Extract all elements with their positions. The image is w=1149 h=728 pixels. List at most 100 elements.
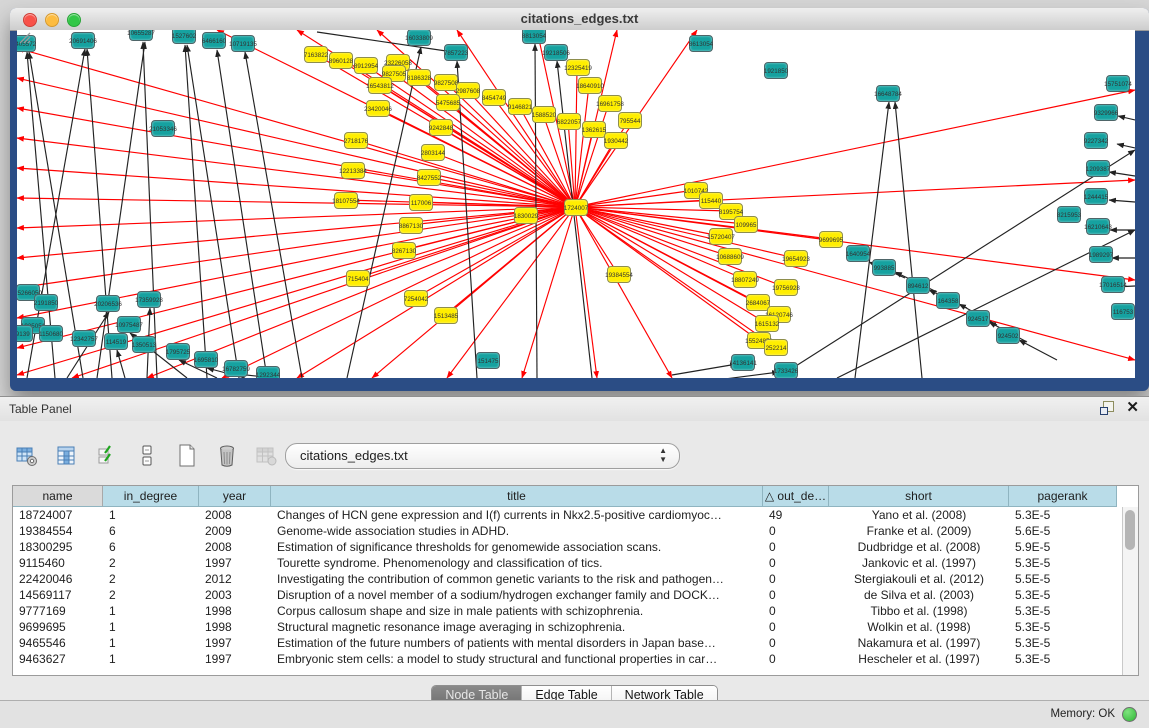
graph-node[interactable]: 10655287 xyxy=(129,30,153,41)
graph-node[interactable]: 1930442 xyxy=(604,132,628,149)
graph-node[interactable]: 924502 xyxy=(996,327,1020,344)
column-header-pagerank[interactable]: pagerank xyxy=(1009,486,1117,507)
table-cell[interactable]: Estimation of the future numbers of pati… xyxy=(271,635,763,651)
graph-node[interactable]: 1830029 xyxy=(514,207,538,224)
graph-node[interactable]: 1724007 xyxy=(564,199,588,216)
table-cell[interactable]: 5.3E-5 xyxy=(1009,619,1117,635)
table-cell[interactable]: 0 xyxy=(763,603,829,619)
table-cell[interactable]: 1 xyxy=(103,635,199,651)
graph-node[interactable]: 12325419 xyxy=(566,59,590,76)
table-cell[interactable]: 0 xyxy=(763,539,829,555)
graph-node[interactable]: 19654923 xyxy=(784,250,808,267)
table-cell[interactable]: 1997 xyxy=(199,635,271,651)
select-rows-icon[interactable] xyxy=(94,443,120,469)
table-cell[interactable]: 0 xyxy=(763,635,829,651)
table-cell[interactable]: 2012 xyxy=(199,571,271,587)
graph-node[interactable]: 8427552 xyxy=(417,169,441,186)
close-panel-icon[interactable]: ✕ xyxy=(1126,401,1139,415)
graph-node[interactable]: 2718176 xyxy=(344,132,368,149)
table-row[interactable]: 1938455462009Genome-wide association stu… xyxy=(13,523,1117,539)
resize-grip-icon[interactable] xyxy=(17,30,31,44)
graph-node[interactable]: 12213384 xyxy=(341,162,365,179)
graph-node[interactable]: 20206536 xyxy=(96,295,120,312)
graph-node[interactable]: 6466160 xyxy=(202,32,226,49)
graph-node[interactable]: 23420046 xyxy=(366,100,390,117)
graph-node[interactable]: 1527602 xyxy=(172,30,196,44)
table-cell[interactable]: Hescheler et al. (1997) xyxy=(829,651,1009,667)
table-cell[interactable]: Corpus callosum shape and size in male p… xyxy=(271,603,763,619)
table-cell[interactable]: Estimation of significance thresholds fo… xyxy=(271,539,763,555)
graph-node[interactable]: 7163822 xyxy=(304,46,328,63)
table-row[interactable]: 977716911998Corpus callosum shape and si… xyxy=(13,603,1117,619)
column-header-short[interactable]: short xyxy=(829,486,1009,507)
graph-node[interactable]: 6822057 xyxy=(557,113,581,130)
graph-node[interactable]: 16782759 xyxy=(224,360,248,377)
table-cell[interactable]: 1 xyxy=(103,603,199,619)
table-cell[interactable]: 5.5E-5 xyxy=(1009,571,1117,587)
table-cell[interactable]: 5.3E-5 xyxy=(1009,587,1117,603)
table-cell[interactable]: 0 xyxy=(763,523,829,539)
graph-node[interactable]: 924517 xyxy=(966,310,990,327)
table-cell[interactable]: 9115460 xyxy=(13,555,103,571)
table-cell[interactable]: 0 xyxy=(763,587,829,603)
table-row[interactable]: 1872400712008Changes of HCN gene express… xyxy=(13,507,1117,523)
table-cell[interactable]: Tibbo et al. (1998) xyxy=(829,603,1009,619)
graph-node[interactable]: 16648784 xyxy=(876,85,900,102)
graph-node[interactable]: 5475685 xyxy=(436,94,460,111)
table-cell[interactable]: 19384554 xyxy=(13,523,103,539)
graph-node[interactable]: 9329966 xyxy=(1094,104,1118,121)
table-cell[interactable]: de Silva et al. (2003) xyxy=(829,587,1009,603)
float-panel-icon[interactable] xyxy=(1100,401,1114,415)
table-row[interactable]: 1456911722003Disruption of a novel membe… xyxy=(13,587,1117,603)
graph-node[interactable]: 1292344 xyxy=(256,366,280,378)
table-cell[interactable]: Changes of HCN gene expression and I(f) … xyxy=(271,507,763,523)
graph-node[interactable]: 894612 xyxy=(906,277,930,294)
table-cell[interactable]: 6 xyxy=(103,539,199,555)
graph-node[interactable]: 1921850 xyxy=(764,62,788,79)
table-cell[interactable]: 1 xyxy=(103,507,199,523)
graph-node[interactable]: 1615132 xyxy=(755,315,779,332)
table-cell[interactable]: 5.9E-5 xyxy=(1009,539,1117,555)
table-cell[interactable]: 9465546 xyxy=(13,635,103,651)
graph-node[interactable]: 9242848 xyxy=(429,119,453,136)
scrollbar-thumb[interactable] xyxy=(1125,510,1135,550)
graph-node[interactable]: 16543812 xyxy=(368,77,392,94)
table-cell[interactable]: 5.6E-5 xyxy=(1009,523,1117,539)
table-cell[interactable]: Disruption of a novel member of a sodium… xyxy=(271,587,763,603)
table-cell[interactable]: 1998 xyxy=(199,619,271,635)
table-cell[interactable]: 2008 xyxy=(199,539,271,555)
graph-node[interactable]: 117006 xyxy=(409,194,433,211)
graph-node[interactable]: 1588520 xyxy=(532,106,556,123)
graph-node[interactable]: 15720407 xyxy=(709,228,733,245)
table-cell[interactable]: 0 xyxy=(763,555,829,571)
table-selector[interactable]: citations_edges.txt ▲▼ xyxy=(285,443,680,469)
graph-node[interactable]: 16033809 xyxy=(407,30,431,46)
graph-node[interactable]: 7254042 xyxy=(404,290,428,307)
graph-node[interactable]: 16210643 xyxy=(1086,218,1110,235)
table-cell[interactable]: 1998 xyxy=(199,603,271,619)
graph-node[interactable]: 16961758 xyxy=(598,95,622,112)
graph-node[interactable]: 18807249 xyxy=(733,271,757,288)
graph-node[interactable]: 8215953 xyxy=(1057,206,1081,223)
table-cell[interactable]: 5.3E-5 xyxy=(1009,603,1117,619)
graph-node[interactable]: 715404 xyxy=(346,270,370,287)
graph-node[interactable]: 18107554 xyxy=(334,192,358,209)
table-row[interactable]: 911546021997Tourette syndrome. Phenomeno… xyxy=(13,555,1117,571)
graph-node[interactable]: 10719135 xyxy=(231,35,255,52)
table-cell[interactable]: 0 xyxy=(763,571,829,587)
table-cell[interactable]: 1997 xyxy=(199,555,271,571)
graph-node[interactable]: 19384554 xyxy=(607,266,631,283)
table-cell[interactable]: Wolkin et al. (1998) xyxy=(829,619,1009,635)
graph-node[interactable]: 19218506 xyxy=(544,44,568,61)
graph-node[interactable]: 9146821 xyxy=(508,98,532,115)
graph-node[interactable]: 109965 xyxy=(734,216,758,233)
table-cell[interactable]: Yano et al. (2008) xyxy=(829,507,1009,523)
table-row[interactable]: 1830029562008Estimation of significance … xyxy=(13,539,1117,555)
graph-node[interactable]: 993885 xyxy=(872,259,896,276)
table-cell[interactable]: 14569117 xyxy=(13,587,103,603)
graph-node[interactable]: 8267130 xyxy=(392,242,416,259)
column-header-title[interactable]: title xyxy=(271,486,763,507)
column-settings-icon[interactable] xyxy=(54,443,80,469)
table-cell[interactable]: Embryonic stem cells: a model to study s… xyxy=(271,651,763,667)
graph-node[interactable]: 114519 xyxy=(104,333,128,350)
